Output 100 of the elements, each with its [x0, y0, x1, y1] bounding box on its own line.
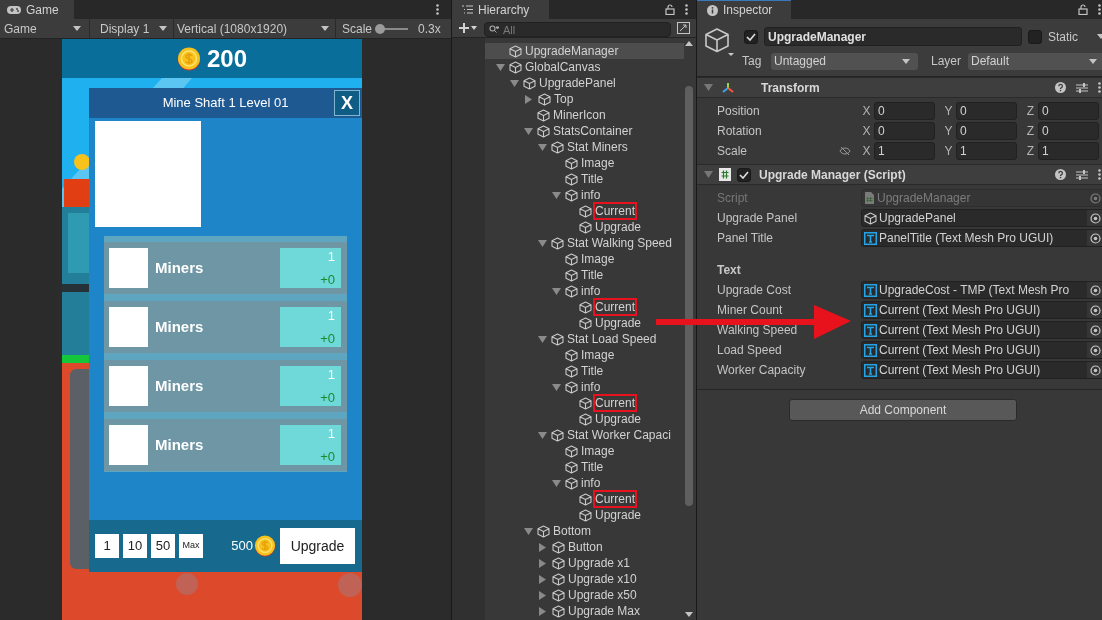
lock-icon[interactable] — [1078, 4, 1088, 15]
amount-button[interactable]: Max — [179, 534, 203, 558]
object-field[interactable]: UpgradeCost - TMP (Text Mesh Pro — [861, 281, 1102, 299]
object-picker-button[interactable] — [1087, 302, 1102, 318]
number-field[interactable]: 1 — [874, 142, 935, 160]
name-field[interactable]: UpgradeManager — [764, 27, 1022, 46]
collapsed-arrow-icon[interactable] — [539, 606, 546, 616]
slider-thumb[interactable] — [374, 23, 385, 34]
view-dropdown[interactable]: Game — [0, 19, 90, 38]
expanded-arrow-icon[interactable] — [524, 127, 533, 135]
tree-item[interactable]: info — [485, 283, 684, 299]
presets-icon[interactable] — [1076, 82, 1088, 93]
tree-item[interactable]: Upgrade x50 — [485, 587, 684, 603]
close-button[interactable]: X — [334, 90, 360, 116]
tree-item[interactable]: Bottom — [485, 523, 684, 539]
expanded-arrow-icon[interactable] — [524, 527, 533, 535]
display-dropdown[interactable]: Display 1 — [90, 19, 174, 38]
search-field[interactable]: All — [484, 22, 671, 38]
object-picker-button[interactable] — [1087, 362, 1102, 378]
tree-item[interactable]: Upgrade x10 — [485, 571, 684, 587]
amount-button[interactable]: 50 — [151, 534, 175, 558]
object-field[interactable]: UpgradePanel — [861, 209, 1102, 227]
tree-item[interactable]: Title — [485, 363, 684, 379]
tree-item[interactable]: Stat Walking Speed — [485, 235, 684, 251]
checkbox[interactable] — [1028, 29, 1042, 44]
tree-item[interactable]: Image — [485, 155, 684, 171]
amount-button[interactable]: 1 — [95, 534, 119, 558]
amount-button[interactable]: 10 — [123, 534, 147, 558]
tree-item[interactable]: Current — [485, 491, 684, 507]
tree-item[interactable]: Stat Load Speed — [485, 331, 684, 347]
number-field[interactable]: 1 — [1038, 142, 1099, 160]
object-field[interactable]: PanelTitle (Text Mesh Pro UGUI) — [861, 229, 1102, 247]
number-field[interactable]: 0 — [874, 102, 935, 120]
tree-item[interactable]: UpgradeManager — [485, 43, 684, 59]
tab[interactable]: Game — [0, 0, 74, 19]
more-icon[interactable] — [685, 4, 688, 15]
tree-item[interactable]: Title — [485, 459, 684, 475]
object-picker-button[interactable] — [1087, 322, 1102, 338]
component-header[interactable]: Transform — [697, 77, 1102, 98]
lock-icon[interactable] — [665, 4, 675, 15]
number-field[interactable]: 0 — [1038, 102, 1099, 120]
add-component-button[interactable]: Add Component — [789, 399, 1017, 421]
tree-item[interactable]: Current — [485, 395, 684, 411]
tree-item[interactable]: Top — [485, 91, 684, 107]
tree-item[interactable]: Stat Worker Capaci — [485, 427, 684, 443]
collapsed-arrow-icon[interactable] — [539, 590, 546, 600]
tree-item[interactable]: Upgrade — [485, 411, 684, 427]
expanded-arrow-icon[interactable] — [538, 431, 547, 439]
collapsed-arrow-icon[interactable] — [539, 558, 546, 568]
expanded-arrow-icon[interactable] — [496, 63, 505, 71]
tab[interactable]: Inspector — [697, 0, 791, 19]
number-field[interactable]: 0 — [1038, 122, 1099, 140]
component-header[interactable]: Upgrade Manager (Script) — [697, 164, 1102, 185]
checkbox[interactable] — [744, 29, 758, 44]
tree-item[interactable]: info — [485, 379, 684, 395]
tree-item[interactable]: Title — [485, 171, 684, 187]
expanded-arrow-icon[interactable] — [552, 383, 561, 391]
object-picker-button[interactable] — [1087, 282, 1102, 298]
tree-item[interactable]: Button — [485, 539, 684, 555]
tree-item[interactable]: UpgradePanel — [485, 75, 684, 91]
help-icon[interactable] — [1055, 82, 1066, 93]
object-picker-button[interactable] — [1087, 230, 1102, 246]
expanded-arrow-icon[interactable] — [552, 191, 561, 199]
collapsed-arrow-icon[interactable] — [539, 542, 546, 552]
expanded-arrow-icon[interactable] — [538, 335, 547, 343]
object-field[interactable]: Current (Text Mesh Pro UGUI) — [861, 321, 1102, 339]
expanded-arrow-icon[interactable] — [704, 171, 713, 178]
number-field[interactable]: 0 — [956, 102, 1017, 120]
more-icon[interactable] — [1098, 4, 1101, 15]
tree-item[interactable]: Image — [485, 347, 684, 363]
more-icon[interactable] — [436, 4, 439, 15]
tree-item[interactable]: Image — [485, 443, 684, 459]
tree-item[interactable]: info — [485, 475, 684, 491]
tree-item[interactable]: Title — [485, 267, 684, 283]
object-field[interactable]: Current (Text Mesh Pro UGUI) — [861, 301, 1102, 319]
add-icon[interactable] — [458, 23, 478, 33]
expanded-arrow-icon[interactable] — [552, 479, 561, 487]
scale-slider[interactable] — [378, 23, 409, 34]
tree-item[interactable]: Upgrade x1 — [485, 555, 684, 571]
object-field[interactable]: Current (Text Mesh Pro UGUI) — [861, 341, 1102, 359]
scene-search-icon[interactable] — [677, 22, 690, 34]
collapsed-arrow-icon[interactable] — [525, 94, 532, 104]
object-picker-button[interactable] — [1087, 210, 1102, 226]
tree-item[interactable]: Upgrade Max — [485, 603, 684, 619]
expanded-arrow-icon[interactable] — [538, 143, 547, 151]
more-icon[interactable] — [1098, 82, 1101, 93]
tree-item[interactable]: info — [485, 187, 684, 203]
tree-item[interactable]: Current — [485, 299, 684, 315]
tree-item[interactable]: Upgrade — [485, 315, 684, 331]
tag-dropdown[interactable]: Untagged — [771, 52, 918, 70]
tree-item[interactable]: StatsContainer — [485, 123, 684, 139]
expanded-arrow-icon[interactable] — [552, 287, 561, 295]
layer-dropdown[interactable]: Default — [968, 52, 1102, 70]
tree-item[interactable]: Upgrade — [485, 219, 684, 235]
tree-item[interactable]: Stat Miners — [485, 139, 684, 155]
expanded-arrow-icon[interactable] — [510, 79, 519, 87]
expanded-arrow-icon[interactable] — [704, 84, 713, 91]
upgrade-button[interactable]: Upgrade — [280, 528, 355, 564]
number-field[interactable]: 0 — [956, 122, 1017, 140]
presets-icon[interactable] — [1076, 169, 1088, 180]
